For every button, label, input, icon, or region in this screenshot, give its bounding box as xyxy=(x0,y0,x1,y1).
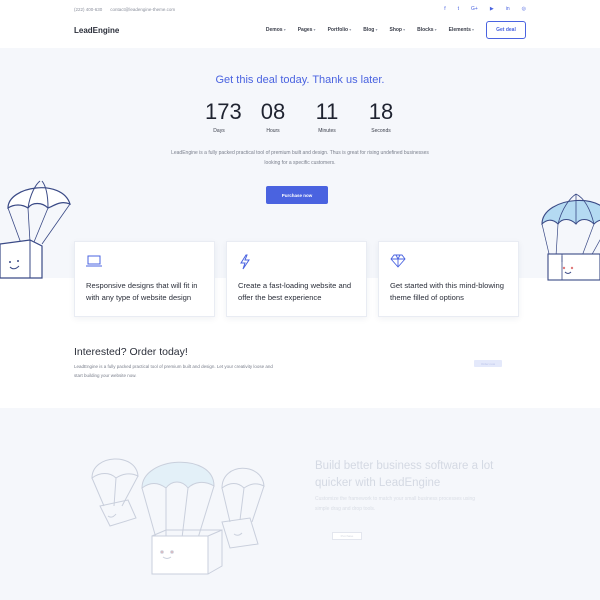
countdown-value: 18 xyxy=(368,99,394,124)
facebook-icon[interactable]: f xyxy=(444,6,445,12)
nav-item-elements[interactable]: Elements xyxy=(449,27,474,33)
build-section: Build better business software a lot qui… xyxy=(0,408,600,600)
nav-item-pages[interactable]: Pages xyxy=(298,27,316,33)
nav-item-blog[interactable]: Blog xyxy=(363,27,377,33)
twitter-icon[interactable]: t xyxy=(458,6,459,12)
hero-description: LeadEngine is a fully packed practical t… xyxy=(171,150,429,166)
countdown-hours: 08 Hours xyxy=(259,99,287,135)
diamond-icon xyxy=(390,254,507,270)
feature-card-options: Get started with this mind-blowing theme… xyxy=(378,241,519,317)
laptop-icon xyxy=(86,254,203,270)
linkedin-icon[interactable]: in xyxy=(506,6,510,12)
nav-item-demos[interactable]: Demos xyxy=(266,27,286,33)
parachute-boxes-illustration xyxy=(91,458,265,575)
countdown-label: Seconds xyxy=(371,128,391,134)
countdown-label: Hours xyxy=(266,128,280,134)
build-title: Build better business software a lot qui… xyxy=(315,460,494,489)
top-bar: (222) 400-630 contact@leadengine-theme.c… xyxy=(0,0,600,18)
feature-text: Get started with this mind-blowing theme… xyxy=(390,281,504,302)
nav-item-portfolio[interactable]: Portfolio xyxy=(328,27,352,33)
logo[interactable]: LeadEngine xyxy=(74,26,119,35)
hero-title: Get this deal today. Thank us later. xyxy=(215,74,385,86)
build-purchase-button[interactable]: Purchase xyxy=(332,532,362,540)
order-title: Interested? Order today! xyxy=(74,346,188,358)
countdown-value: 173 xyxy=(205,99,242,124)
countdown-label: Days xyxy=(213,128,225,134)
google-plus-icon[interactable]: G+ xyxy=(471,6,478,12)
site-header: LeadEngine Demos Pages Portfolio Blog Sh… xyxy=(0,18,600,42)
youtube-icon[interactable]: ▶ xyxy=(490,6,494,12)
countdown-label: Minutes xyxy=(318,128,336,134)
countdown-seconds: 18 Seconds xyxy=(367,99,395,135)
nav-item-shop[interactable]: Shop xyxy=(389,27,405,33)
get-deal-button[interactable]: Get deal xyxy=(486,21,526,39)
social-links: f t G+ ▶ in ◎ xyxy=(444,6,526,12)
phone-number[interactable]: (222) 400-630 xyxy=(74,7,102,12)
countdown-value: 08 xyxy=(260,99,286,124)
instagram-icon[interactable]: ◎ xyxy=(522,6,526,12)
main-nav: Demos Pages Portfolio Blog Shop Blocks E… xyxy=(266,27,474,33)
parachute-box-illustration-left xyxy=(0,180,71,279)
order-section: Interested? Order today! LeadEngine is a… xyxy=(74,346,274,380)
feature-text: Create a fast-loading website and offer … xyxy=(238,281,352,302)
countdown-minutes: 11 Minutes xyxy=(313,99,341,135)
parachute-box-illustration-right xyxy=(541,193,600,281)
build-description: Customize the framework to match your sm… xyxy=(315,496,476,512)
feature-text: Responsive designs that will fit in with… xyxy=(86,281,198,302)
purchase-now-button[interactable]: Purchase now xyxy=(266,186,328,204)
countdown-value: 11 xyxy=(315,99,339,124)
order-description: LeadEngine is a fully packed practical t… xyxy=(74,364,273,378)
contact-info: (222) 400-630 contact@leadengine-theme.c… xyxy=(74,7,175,12)
countdown-days: 173 Days xyxy=(205,99,242,135)
feature-card-fast-loading: Create a fast-loading website and offer … xyxy=(226,241,367,317)
countdown: 173 Days 08 Hours 11 Minutes 18 Seconds xyxy=(0,99,600,135)
feature-card-responsive: Responsive designs that will fit in with… xyxy=(74,241,215,317)
nav-item-blocks[interactable]: Blocks xyxy=(417,27,437,33)
order-now-button[interactable]: Order now xyxy=(474,360,502,367)
email-address[interactable]: contact@leadengine-theme.com xyxy=(110,7,175,12)
lightning-icon xyxy=(238,254,355,270)
